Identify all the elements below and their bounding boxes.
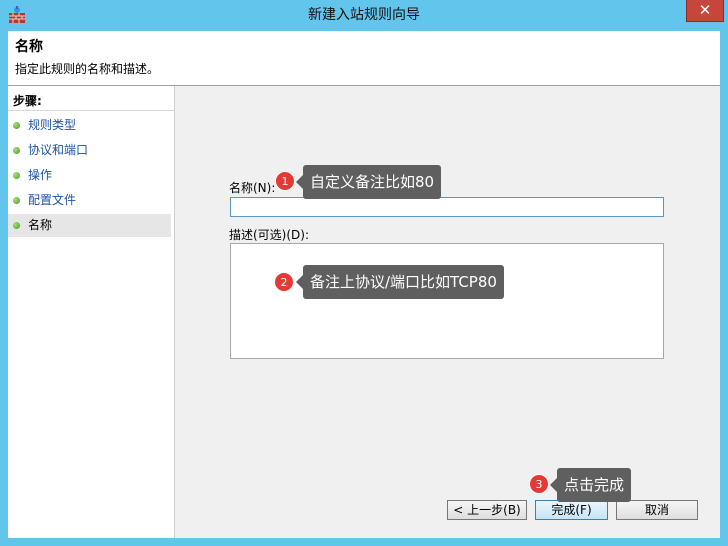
window-title: 新建入站规则向导: [308, 7, 420, 23]
step-protocol-ports[interactable]: 协议和端口: [8, 139, 171, 162]
name-input[interactable]: [230, 197, 664, 217]
step-name[interactable]: 名称: [8, 214, 171, 237]
annotation-badge-1: 1: [275, 171, 295, 191]
step-action[interactable]: 操作: [8, 164, 171, 187]
step-profile[interactable]: 配置文件: [8, 189, 171, 212]
steps-heading: 步骤:: [13, 94, 42, 108]
step-label: 协议和端口: [28, 143, 89, 157]
annotation-callout-1: 自定义备注比如80: [295, 165, 442, 199]
annotation-badge-2: 2: [274, 272, 294, 292]
step-label: 配置文件: [28, 193, 77, 207]
step-label: 操作: [28, 168, 53, 182]
annotation-callout-3: 点击完成: [549, 468, 632, 502]
status-dot-icon: [13, 147, 20, 154]
status-dot-icon: [13, 222, 20, 229]
wizard-window: 新建入站规则向导 ✕ 名称 指定此规则的名称和描述。 步骤: 规则类型 协议和端…: [0, 0, 728, 546]
description-label: 描述(可选)(D):: [229, 228, 310, 242]
page-title: 名称: [15, 39, 43, 55]
step-rule-type[interactable]: 规则类型: [8, 114, 171, 137]
status-dot-icon: [13, 122, 20, 129]
steps-panel: 步骤: 规则类型 协议和端口 操作 配置文件 名称: [8, 86, 175, 538]
name-label: 名称(N):: [229, 181, 276, 195]
step-label: 名称: [28, 218, 53, 232]
annotation-callout-2: 备注上协议/端口比如TCP80: [296, 265, 504, 299]
cancel-button[interactable]: 取消: [616, 500, 698, 520]
annotation-badge-3: 3: [529, 474, 549, 494]
steps-divider: [8, 110, 174, 111]
status-dot-icon: [13, 197, 20, 204]
status-dot-icon: [13, 172, 20, 179]
page-subtitle: 指定此规则的名称和描述。: [15, 62, 160, 76]
step-label: 规则类型: [28, 118, 77, 132]
description-textarea[interactable]: [230, 243, 664, 359]
close-button[interactable]: ✕: [686, 0, 724, 22]
back-button[interactable]: < 上一步(B): [447, 500, 527, 520]
title-bar[interactable]: 新建入站规则向导 ✕: [0, 0, 728, 30]
finish-button[interactable]: 完成(F): [535, 500, 608, 520]
page-header: 名称 指定此规则的名称和描述。: [8, 31, 720, 86]
